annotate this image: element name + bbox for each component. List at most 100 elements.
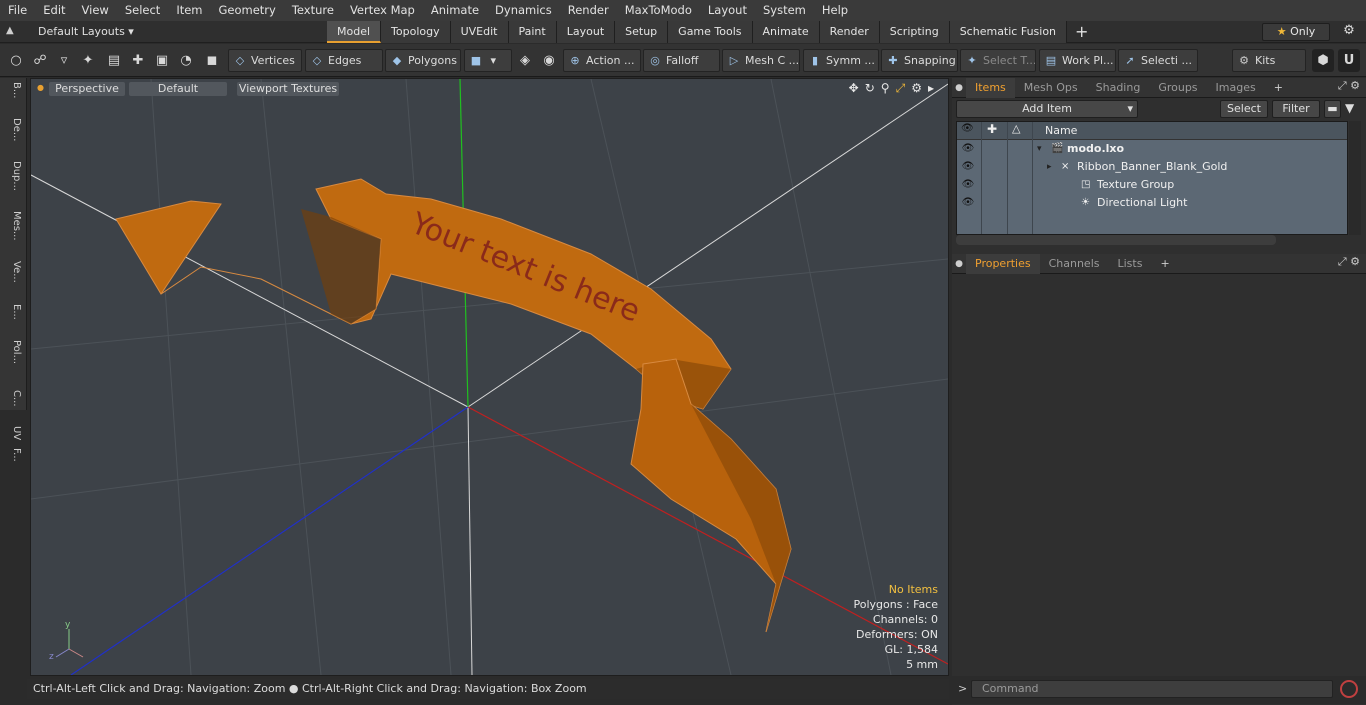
- item-row[interactable]: 👁 ▸ ⨯ Ribbon_Banner_Blank_Gold: [957, 158, 1347, 176]
- items-tab[interactable]: Items: [966, 77, 1015, 98]
- align-icon[interactable]: ▤: [103, 49, 125, 72]
- item-row[interactable]: 👁 ▾ 🎬 modo.lxo: [957, 140, 1347, 158]
- menu-item[interactable]: Render: [560, 0, 617, 21]
- lock-header-icon[interactable]: ✚: [987, 122, 997, 136]
- layout-tab[interactable]: Game Tools: [668, 21, 753, 43]
- menu-item[interactable]: Layout: [700, 0, 755, 21]
- layout-tab[interactable]: Setup: [615, 21, 669, 43]
- layout-tab[interactable]: UVEdit: [450, 21, 509, 43]
- menu-item[interactable]: Texture: [284, 0, 342, 21]
- visibility-eye-icon[interactable]: 👁: [961, 140, 975, 158]
- snapping-button[interactable]: ✚ Snapping: [881, 49, 958, 72]
- work-plane-button[interactable]: ▤ Work Pl...: [1039, 49, 1116, 72]
- expand-arrow-icon[interactable]: ▾: [1037, 140, 1042, 158]
- items-horizontal-scrollbar[interactable]: [956, 235, 1276, 245]
- transform-icon[interactable]: ✚: [127, 49, 149, 72]
- panel-expand-icon[interactable]: ⤢: [1338, 79, 1347, 92]
- menu-item[interactable]: Animate: [423, 0, 487, 21]
- layout-selector[interactable]: Default Layouts ▾: [38, 25, 134, 38]
- layout-tab[interactable]: Layout: [556, 21, 616, 43]
- item-row[interactable]: 👁 ◳ Texture Group: [957, 176, 1347, 194]
- maximize-icon[interactable]: ⤢: [896, 81, 906, 96]
- items-tab[interactable]: Groups: [1149, 78, 1206, 98]
- mesh-constraint-button[interactable]: ▷ Mesh C ...: [722, 49, 800, 72]
- left-tab[interactable]: F...: [4, 448, 22, 462]
- circle-select-icon[interactable]: ○: [5, 49, 27, 72]
- rotate-icon[interactable]: ◔: [175, 49, 197, 72]
- left-tab[interactable]: Ve...: [4, 261, 22, 283]
- edges-button[interactable]: ◇ Edges: [305, 49, 383, 72]
- menu-item[interactable]: Help: [814, 0, 856, 21]
- menu-item[interactable]: Item: [168, 0, 210, 21]
- layout-tab[interactable]: Schematic Fusion: [949, 21, 1068, 43]
- left-tab[interactable]: Mes...: [4, 211, 22, 241]
- layout-tab[interactable]: Scripting: [879, 21, 950, 43]
- add-tab-icon[interactable]: +: [1067, 21, 1096, 43]
- layout-tab[interactable]: Topology: [381, 21, 451, 43]
- properties-tab[interactable]: Lists: [1109, 254, 1152, 274]
- record-icon[interactable]: [1340, 680, 1358, 698]
- layout-tab[interactable]: Animate: [752, 21, 820, 43]
- menu-item[interactable]: Dynamics: [487, 0, 560, 21]
- viewport-gear-icon[interactable]: ⚙: [911, 81, 922, 96]
- layout-tab[interactable]: Paint: [508, 21, 557, 43]
- items-tab[interactable]: Images: [1207, 78, 1265, 98]
- pen-icon[interactable]: ▿: [53, 49, 75, 72]
- filter-funnel-icon[interactable]: ▼: [1345, 101, 1354, 115]
- left-tab[interactable]: C...: [4, 390, 22, 407]
- orbit-icon[interactable]: ↻: [865, 81, 875, 96]
- element-icon[interactable]: ▣: [151, 49, 173, 72]
- panel-expand-icon[interactable]: ⤢: [1338, 255, 1347, 268]
- zoom-icon[interactable]: ⚲: [881, 81, 890, 96]
- name-column-header[interactable]: Name: [1045, 124, 1077, 137]
- symmetry-shield-icon[interactable]: ◈: [514, 49, 536, 72]
- item-row[interactable]: 👁 ☀ Directional Light: [957, 194, 1347, 212]
- layout-tab[interactable]: Render: [819, 21, 880, 43]
- cube-icon[interactable]: ◼: [201, 49, 223, 72]
- menu-item[interactable]: Select: [117, 0, 168, 21]
- items-add-tab-icon[interactable]: +: [1265, 78, 1292, 98]
- items-tab[interactable]: Mesh Ops: [1015, 78, 1087, 98]
- type-header-icon[interactable]: △: [1012, 122, 1020, 135]
- panel-gear-icon[interactable]: ⚙: [1350, 79, 1360, 92]
- viewport-menu-dot-icon[interactable]: ●: [37, 83, 44, 92]
- menu-item[interactable]: Vertex Map: [342, 0, 423, 21]
- item-mode-button[interactable]: ■ ▾: [464, 49, 512, 72]
- left-tab[interactable]: B...: [4, 82, 22, 98]
- properties-tab[interactable]: Properties: [966, 253, 1040, 274]
- layout-up-icon[interactable]: ▲: [6, 25, 20, 39]
- polygons-button[interactable]: ◆ Polygons: [385, 49, 461, 72]
- menu-item[interactable]: View: [74, 0, 117, 21]
- left-tab[interactable]: E...: [4, 304, 22, 320]
- ribbon-banner-mesh[interactable]: Your text is here: [115, 178, 792, 633]
- globe-icon[interactable]: ☍: [29, 49, 51, 72]
- menu-item[interactable]: Edit: [35, 0, 73, 21]
- symmetry-button[interactable]: ▮ Symm ...: [803, 49, 879, 72]
- centers-shield-icon[interactable]: ◉: [538, 49, 560, 72]
- panel-gear-icon[interactable]: ⚙: [1350, 255, 1360, 268]
- viewport-expand-icon[interactable]: ▸: [928, 81, 934, 96]
- visibility-eye-icon[interactable]: 👁: [961, 176, 975, 194]
- items-menu-dot-icon[interactable]: ●: [952, 83, 966, 93]
- left-tab[interactable]: De...: [4, 118, 22, 141]
- kits-button[interactable]: ⚙ Kits: [1232, 49, 1306, 72]
- menu-item[interactable]: File: [0, 0, 35, 21]
- properties-add-tab-icon[interactable]: +: [1151, 254, 1178, 274]
- visibility-eye-icon[interactable]: 👁: [961, 158, 975, 176]
- menu-item[interactable]: MaxToModo: [617, 0, 700, 21]
- items-vertical-scrollbar[interactable]: [1349, 121, 1361, 235]
- 3d-viewport[interactable]: Your text is here y z ● Perspective Defa…: [30, 78, 949, 676]
- properties-menu-dot-icon[interactable]: ●: [952, 259, 966, 269]
- left-tab[interactable]: Pol...: [4, 340, 22, 364]
- unity-icon[interactable]: ⬢: [1312, 49, 1334, 72]
- viewport-textures-button[interactable]: Viewport Textures: [237, 82, 339, 96]
- visibility-eye-icon[interactable]: 👁: [961, 194, 975, 212]
- left-tab[interactable]: UV: [4, 426, 22, 440]
- visibility-header-icon[interactable]: 👁: [961, 123, 974, 134]
- unreal-icon[interactable]: U: [1338, 49, 1360, 72]
- command-input[interactable]: Command: [971, 680, 1333, 698]
- layout-tab[interactable]: Model: [327, 21, 382, 43]
- left-tab[interactable]: Dup...: [4, 161, 22, 191]
- add-item-button[interactable]: Add Item ▾: [956, 100, 1138, 118]
- perspective-view-button[interactable]: Perspective: [49, 82, 125, 96]
